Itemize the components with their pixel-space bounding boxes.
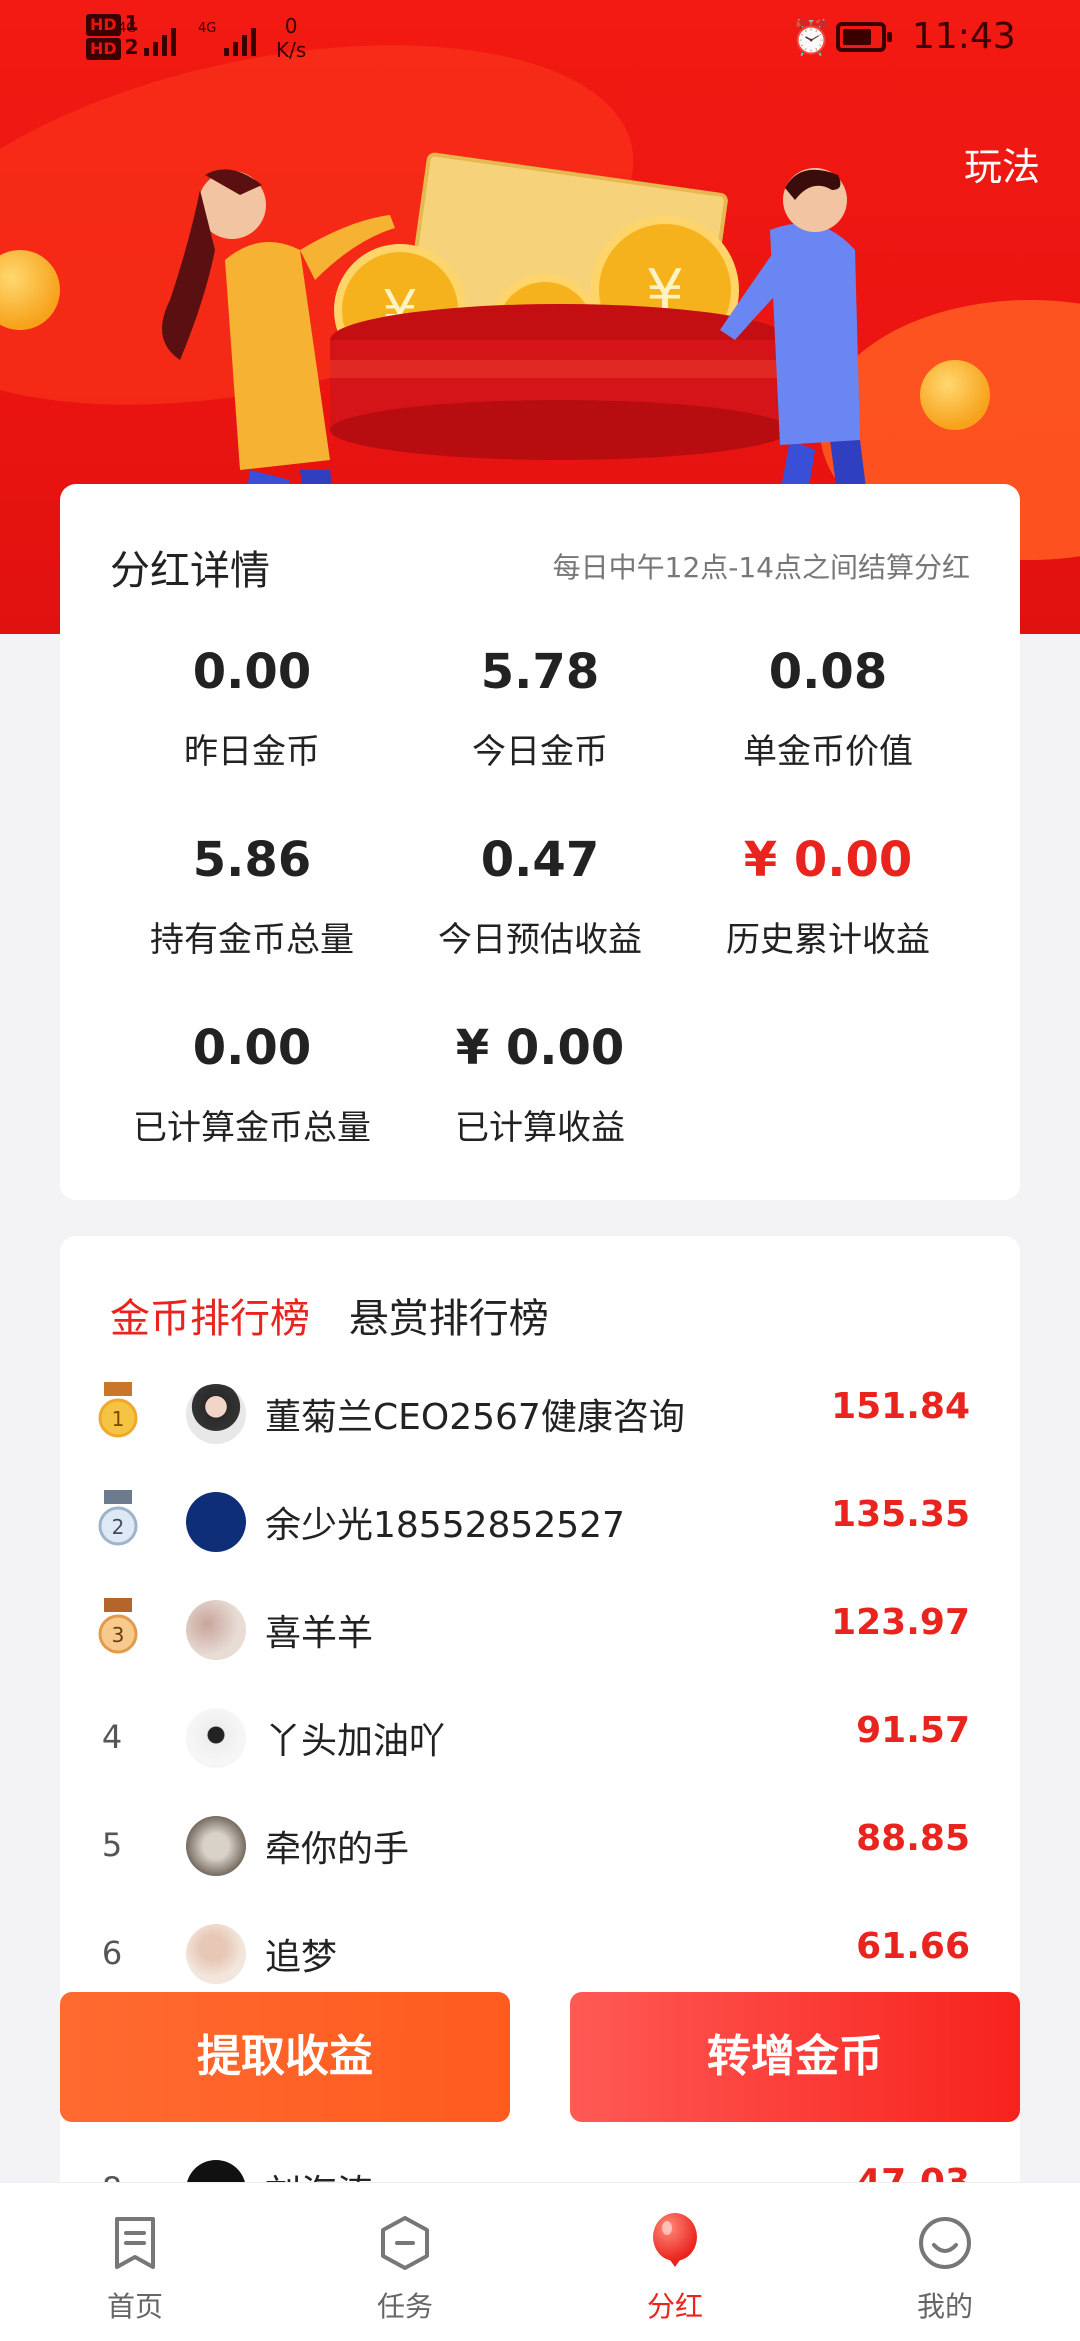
stat-label: 已计算收益 <box>455 1108 625 1148</box>
nav-label: 分红 <box>646 2290 703 2323</box>
stat-calculated-coins: 0.00 已计算金币总量 <box>102 1018 402 1149</box>
alarm-icon: ⏰ <box>790 18 833 58</box>
clock: 11:43 <box>912 16 1016 57</box>
stat-today-estimated-earnings: 0.47 今日预估收益 <box>390 830 690 961</box>
stat-value: ¥ 0.00 <box>743 832 913 888</box>
stat-label: 历史累计收益 <box>726 920 930 960</box>
bookmark-doc-icon <box>115 2217 155 2269</box>
battery-icon <box>836 22 892 52</box>
coin-score: 88.85 <box>856 1818 970 1859</box>
silver-medal-icon: 2 <box>98 1490 138 1546</box>
tab-reward-ranking[interactable]: 悬赏排行榜 <box>349 1286 549 1344</box>
user-name: 董菊兰CEO2567健康咨询 <box>265 1397 685 1438</box>
user-name: 牵你的手 <box>265 1829 410 1870</box>
svg-text:1: 1 <box>112 1407 125 1431</box>
stat-value: 0.00 <box>192 1020 312 1076</box>
avatar <box>186 1816 246 1876</box>
stat-today-coins: 5.78 今日金币 <box>390 642 690 773</box>
leaderboard-row[interactable]: 1 董菊兰CEO2567健康咨询 151.84 <box>60 1370 1020 1478</box>
leaderboard-card: 金币排行榜 悬赏排行榜 1 董菊兰CEO2567健康咨询 151.84 2 余少… <box>60 1236 1020 2340</box>
stat-label: 今日金币 <box>472 732 608 772</box>
leaderboard-row[interactable]: 3 喜羊羊 123.97 <box>60 1586 1020 1694</box>
avatar <box>186 1924 246 1984</box>
stat-value: 0.47 <box>480 832 600 888</box>
rank-number: 4 <box>101 1718 123 1756</box>
stat-yesterday-coins: 0.00 昨日金币 <box>102 642 402 773</box>
dividend-details-card: 分红详情 每日中午12点-14点之间结算分红 0.00 昨日金币 5.78 今日… <box>60 484 1020 1200</box>
stat-label: 昨日金币 <box>184 732 320 772</box>
user-name: 喜羊羊 <box>265 1613 374 1654</box>
stat-total-held-coins: 5.86 持有金币总量 <box>102 830 402 961</box>
coin-score: 61.66 <box>856 1926 970 1967</box>
coin-score: 91.57 <box>856 1710 970 1751</box>
nav-label: 我的 <box>916 2290 973 2323</box>
nav-mine[interactable]: 我的 <box>810 2183 1080 2341</box>
leaderboard-row[interactable]: 5 牵你的手 88.85 <box>60 1802 1020 1910</box>
settlement-note: 每日中午12点-14点之间结算分红 <box>552 551 970 584</box>
stat-historical-earnings: ¥ 0.00 历史累计收益 <box>678 830 978 961</box>
user-name: 余少光18552852527 <box>265 1505 625 1546</box>
stat-value: 5.86 <box>192 832 312 888</box>
signal-icon: 4G <box>118 21 176 56</box>
hexagon-task-icon <box>381 2216 429 2270</box>
stat-label: 今日预估收益 <box>438 920 642 960</box>
avatar <box>186 1708 246 1768</box>
stat-value: 0.00 <box>192 644 312 700</box>
svg-text:3: 3 <box>112 1623 125 1647</box>
nav-label: 首页 <box>106 2290 163 2323</box>
leaderboard-row[interactable]: 2 余少光18552852527 135.35 <box>60 1478 1020 1586</box>
signal-label: 4G <box>118 21 136 36</box>
transfer-coins-button[interactable]: 转增金币 <box>570 1992 1020 2122</box>
network-speed: 0 K/s <box>276 14 307 62</box>
stat-value: 0.08 <box>768 644 888 700</box>
smiley-icon <box>919 2217 971 2269</box>
stat-value: ¥ 0.00 <box>455 1020 625 1076</box>
rank-number: 6 <box>101 1934 123 1972</box>
status-bar: HD 1 HD 2 4G 4G 0 K/s ⏰ 11:43 <box>0 0 1080 80</box>
coin-score: 135.35 <box>831 1494 970 1535</box>
svg-text:4G: 4G <box>198 21 216 36</box>
leaderboard-row[interactable]: 4 丫头加油吖 91.57 <box>60 1694 1020 1802</box>
avatar <box>186 1492 246 1552</box>
svg-text:2: 2 <box>112 1515 125 1539</box>
coin-score: 123.97 <box>831 1602 970 1643</box>
nav-home[interactable]: 首页 <box>0 2183 270 2341</box>
stat-coin-unit-value: 0.08 单金币价值 <box>678 642 978 773</box>
nav-tasks[interactable]: 任务 <box>270 2183 540 2341</box>
avatar <box>186 1600 246 1660</box>
stat-label: 持有金币总量 <box>150 920 354 960</box>
nav-dividend[interactable]: 分红 <box>540 2183 810 2341</box>
gold-medal-icon: 1 <box>98 1382 138 1438</box>
stat-label: 已计算金币总量 <box>133 1108 371 1148</box>
stat-label: 单金币价值 <box>743 732 913 772</box>
signal-icon: 4G <box>198 21 256 56</box>
nav-label: 任务 <box>376 2290 433 2323</box>
balloon-icon <box>653 2213 697 2267</box>
bronze-medal-icon: 3 <box>98 1598 138 1654</box>
avatar <box>186 1384 246 1444</box>
dividend-title: 分红详情 <box>110 548 270 594</box>
tab-coin-ranking[interactable]: 金币排行榜 <box>110 1286 310 1344</box>
leaderboard-tabs: 金币排行榜 悬赏排行榜 <box>110 1286 575 1344</box>
stat-calculated-earnings: ¥ 0.00 已计算收益 <box>390 1018 690 1149</box>
bottom-nav: 首页 任务 分红 我的 <box>0 2182 1080 2341</box>
rank-number: 5 <box>101 1826 123 1864</box>
user-name: 丫头加油吖 <box>265 1721 446 1762</box>
user-name: 追梦 <box>265 1937 338 1978</box>
stat-value: 5.78 <box>480 644 600 700</box>
withdraw-earnings-button[interactable]: 提取收益 <box>60 1992 510 2122</box>
play-rules-button[interactable]: 玩法 <box>964 136 1040 191</box>
coin-score: 151.84 <box>831 1386 970 1427</box>
